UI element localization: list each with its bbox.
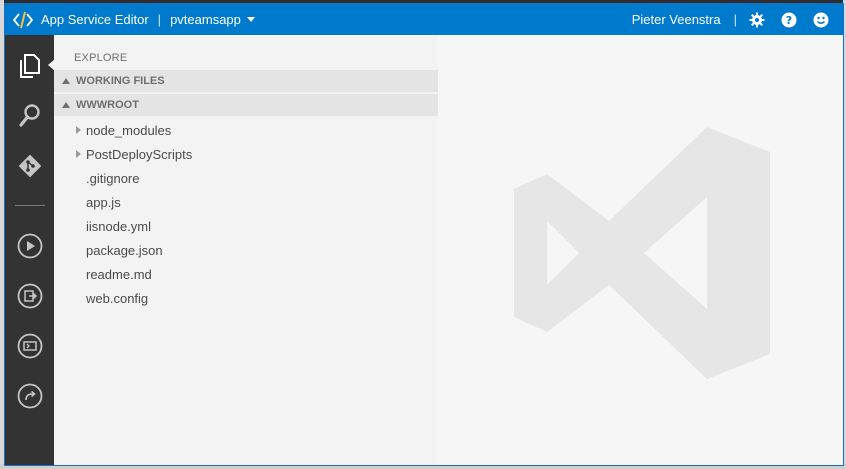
folder-postdeployscripts[interactable]: PostDeployScripts [54,142,438,166]
activity-divider [15,205,45,206]
feedback-smiley-icon[interactable] [811,10,831,30]
folder-collapsed-chevron-icon [76,150,81,158]
run-icon[interactable] [15,231,45,261]
file-web-config[interactable]: web.config [54,286,438,310]
explorer-icon[interactable] [15,51,45,81]
file-readme-md[interactable]: readme.md [54,262,438,286]
file-label: readme.md [86,266,152,282]
output-icon[interactable] [15,281,45,311]
top-bar: App Service Editor | pvteamsapp Pieter V… [5,4,843,35]
folder-node-modules[interactable]: node_modules [54,118,438,142]
file-app-js[interactable]: app.js [54,190,438,214]
wwwroot-section[interactable]: WWWROOT [54,94,438,116]
code-brackets-logo-icon[interactable] [12,9,34,31]
editor-area[interactable] [438,35,843,465]
user-separator: | [733,12,737,27]
file-label: package.json [86,242,163,258]
explorer-panel: EXPLORE WORKING FILES WWWROOT node_modul… [54,35,438,465]
file-label: web.config [86,290,149,306]
console-icon[interactable] [15,331,45,361]
file-package-json[interactable]: package.json [54,238,438,262]
file-iisnode-yml[interactable]: iisnode.yml [54,214,438,238]
explorer-title: EXPLORE [74,52,128,64]
git-icon[interactable] [15,151,45,181]
file-label: app.js [86,194,121,210]
history-icon[interactable] [15,381,45,411]
site-name-dropdown[interactable]: pvteamsapp [170,12,241,27]
app-title: App Service Editor [41,12,149,27]
expand-triangle-icon [62,102,70,108]
working-files-label: WORKING FILES [76,75,165,87]
working-files-section[interactable]: WORKING FILES [54,70,438,92]
svg-text:?: ? [786,14,792,27]
help-icon[interactable]: ? [779,10,799,30]
wwwroot-label: WWWROOT [76,99,139,111]
folder-label: PostDeployScripts [86,146,193,162]
settings-gear-icon[interactable] [747,10,767,30]
app-service-editor-window: App Service Editor | pvteamsapp Pieter V… [4,3,844,466]
file-label: iisnode.yml [86,218,152,234]
file-gitignore[interactable]: .gitignore [54,166,438,190]
expand-triangle-icon [62,78,70,84]
activity-bar [5,35,55,465]
search-icon[interactable] [15,101,45,131]
chevron-down-icon[interactable] [246,17,255,22]
folder-collapsed-chevron-icon [76,126,81,134]
visual-studio-watermark-logo [514,127,770,379]
folder-label: node_modules [86,122,172,138]
file-label: .gitignore [86,170,140,186]
user-name[interactable]: Pieter Veenstra [632,12,721,27]
title-separator: | [157,12,162,27]
